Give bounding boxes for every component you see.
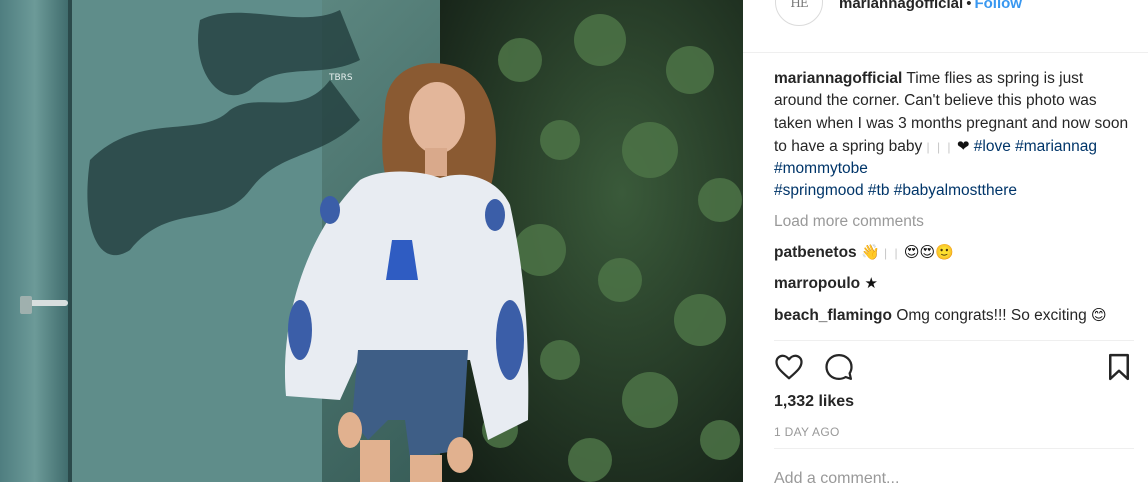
avatar[interactable]: HE xyxy=(775,0,823,26)
post-photo[interactable]: TBRS xyxy=(0,0,743,482)
caption-heart-emoji: ❤ xyxy=(956,136,970,155)
hashtag-love[interactable]: #love xyxy=(974,138,1011,155)
caption-emoji-bars: | | | xyxy=(926,139,953,154)
hashtag-babyalmostthere[interactable]: #babyalmostthere xyxy=(894,182,1017,199)
post-photo-graphic: TBRS xyxy=(0,0,743,482)
add-comment-input[interactable]: Add a comment... xyxy=(774,470,899,488)
header-separator: • xyxy=(966,0,972,12)
wall-graffiti: TBRS xyxy=(328,73,353,83)
caption-username[interactable]: mariannagofficial xyxy=(774,70,902,87)
divider xyxy=(774,340,1134,341)
comment-item: marropoulo ★ xyxy=(774,272,1134,295)
avatar-logo-text: HE xyxy=(790,0,808,10)
heart-icon xyxy=(775,354,803,380)
comment-username[interactable]: patbenetos xyxy=(774,244,857,261)
comment-emoji-bars: | | xyxy=(884,246,900,261)
comment-text: Omg congrats!!! So exciting xyxy=(896,306,1087,324)
load-more-comments-button[interactable]: Load more comments xyxy=(774,211,1134,233)
comment-emoji: ★ xyxy=(864,274,878,293)
comment-emoji: 😍😍🙂 xyxy=(903,243,954,262)
comment-emoji: 😊 xyxy=(1091,305,1107,324)
hashtag-tb[interactable]: #tb xyxy=(868,182,890,199)
post-side-panel: HE mariannagofficial • Follow mariannagoff… xyxy=(743,0,1148,487)
header-username[interactable]: mariannagofficial xyxy=(839,0,963,12)
comment-username[interactable]: marropoulo xyxy=(774,275,860,292)
comment-item: beach_flamingo Omg congrats!!! So exciti… xyxy=(774,304,1134,327)
comment-button[interactable] xyxy=(824,352,854,382)
hashtag-mariannag[interactable]: #mariannag xyxy=(1015,138,1097,155)
follow-button[interactable]: Follow xyxy=(974,0,1022,12)
post-actions xyxy=(774,352,1134,382)
caption: mariannagofficial Time flies as spring i… xyxy=(774,68,1134,203)
save-button[interactable] xyxy=(1104,352,1134,382)
like-button[interactable] xyxy=(774,352,804,382)
comment-item: patbenetos 👋 | | 😍😍🙂 xyxy=(774,241,1134,264)
header-line: mariannagofficial • Follow xyxy=(839,0,1022,12)
post-timestamp: 1 DAY AGO xyxy=(774,425,840,439)
comments-list[interactable]: mariannagofficial Time flies as spring i… xyxy=(774,68,1134,340)
comment-username[interactable]: beach_flamingo xyxy=(774,307,892,324)
likes-count[interactable]: 1,332 likes xyxy=(774,393,854,411)
bookmark-icon xyxy=(1109,353,1129,381)
hashtag-mommytobe[interactable]: #mommytobe xyxy=(774,160,868,177)
hashtag-springmood[interactable]: #springmood xyxy=(774,182,864,199)
divider xyxy=(774,448,1134,449)
post-header: HE mariannagofficial • Follow xyxy=(743,0,1148,53)
comment-icon xyxy=(825,354,853,380)
comment-lead-emoji: 👋 xyxy=(861,243,880,262)
